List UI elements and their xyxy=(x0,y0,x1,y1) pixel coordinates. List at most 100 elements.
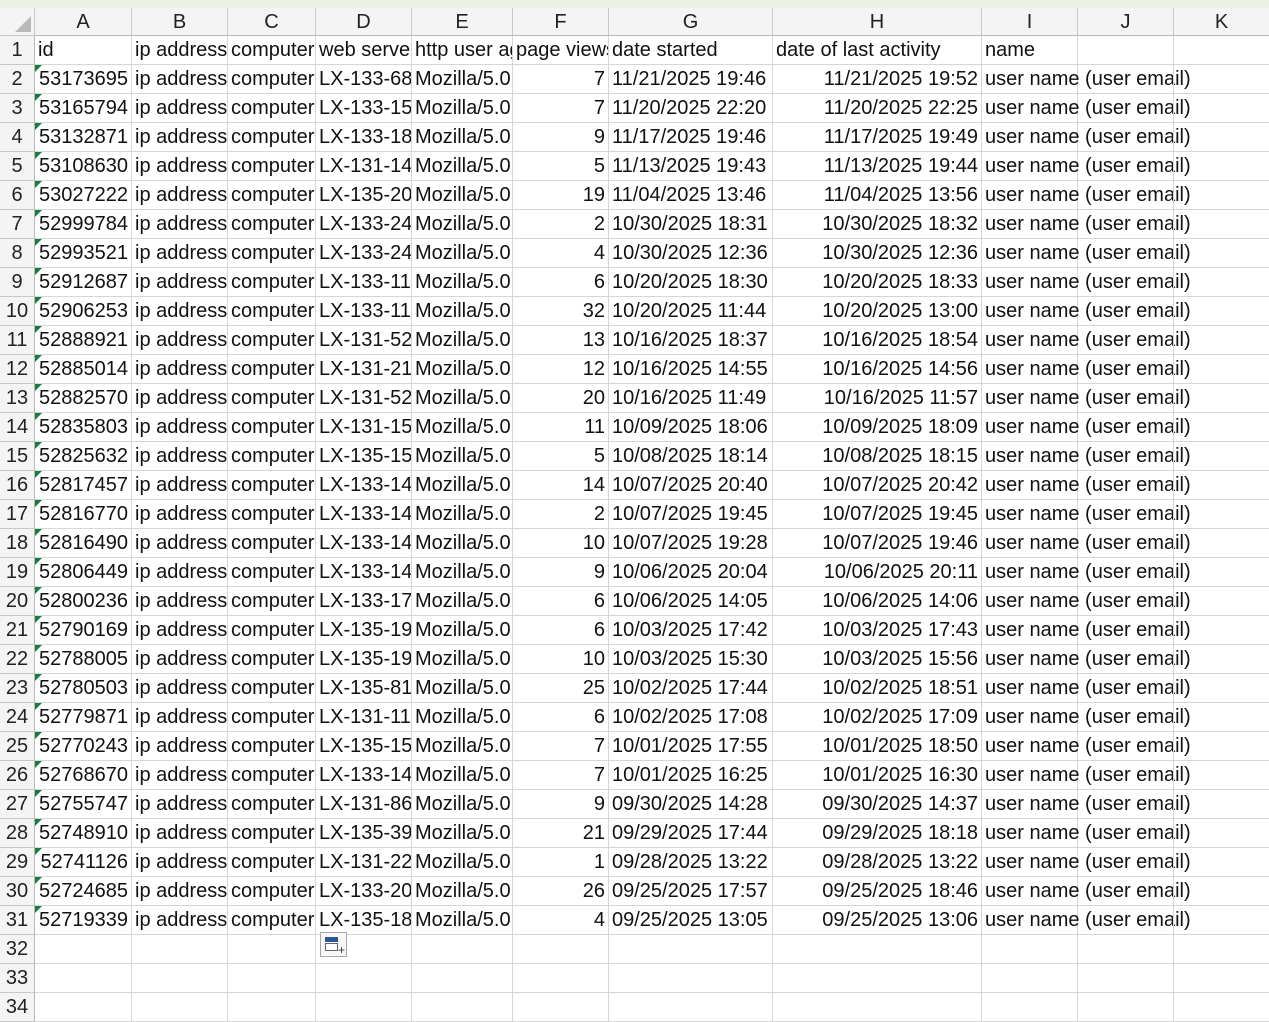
column-header-d[interactable]: D xyxy=(316,8,412,36)
cell-h34[interactable] xyxy=(773,993,982,1022)
cell-g6[interactable]: 11/04/2025 13:46 xyxy=(609,181,773,210)
cell-e2[interactable]: Mozilla/5.0 xyxy=(412,65,513,94)
cell-b26[interactable]: ip address xyxy=(132,761,228,790)
cell-k14[interactable] xyxy=(1174,413,1269,442)
cell-j12[interactable] xyxy=(1078,355,1174,384)
cell-c17[interactable]: computer xyxy=(228,500,316,529)
cell-g13[interactable]: 10/16/2025 11:49 xyxy=(609,384,773,413)
cell-a17[interactable]: 52816770 xyxy=(35,500,132,529)
cell-a1[interactable]: id xyxy=(35,36,132,65)
cell-b15[interactable]: ip address xyxy=(132,442,228,471)
cell-h9[interactable]: 10/20/2025 18:33 xyxy=(773,268,982,297)
row-header-6[interactable]: 6 xyxy=(0,181,35,210)
cell-e21[interactable]: Mozilla/5.0 xyxy=(412,616,513,645)
cell-f11[interactable]: 13 xyxy=(513,326,609,355)
cell-e7[interactable]: Mozilla/5.0 xyxy=(412,210,513,239)
cell-b12[interactable]: ip address xyxy=(132,355,228,384)
cell-b4[interactable]: ip address xyxy=(132,123,228,152)
cell-f9[interactable]: 6 xyxy=(513,268,609,297)
cell-d28[interactable]: LX-135-39 xyxy=(316,819,412,848)
cell-j22[interactable] xyxy=(1078,645,1174,674)
cell-c9[interactable]: computer xyxy=(228,268,316,297)
row-header-32[interactable]: 32 xyxy=(0,935,35,964)
cell-a24[interactable]: 52779871 xyxy=(35,703,132,732)
cell-b33[interactable] xyxy=(132,964,228,993)
cell-i23[interactable]: user name (user email) xyxy=(982,674,1191,703)
cell-e5[interactable]: Mozilla/5.0 xyxy=(412,152,513,181)
cell-k31[interactable] xyxy=(1174,906,1269,935)
cell-k26[interactable] xyxy=(1174,761,1269,790)
cell-e1[interactable]: http user agent xyxy=(412,36,513,65)
cell-h5[interactable]: 11/13/2025 19:44 xyxy=(773,152,982,181)
cell-f16[interactable]: 14 xyxy=(513,471,609,500)
column-header-k[interactable]: K xyxy=(1174,8,1269,36)
cell-i25[interactable]: user name (user email) xyxy=(982,732,1191,761)
cell-f32[interactable] xyxy=(513,935,609,964)
cell-e3[interactable]: Mozilla/5.0 xyxy=(412,94,513,123)
cell-c27[interactable]: computer xyxy=(228,790,316,819)
cell-a28[interactable]: 52748910 xyxy=(35,819,132,848)
cell-d6[interactable]: LX-135-208 xyxy=(316,181,412,210)
cell-d27[interactable]: LX-131-86 xyxy=(316,790,412,819)
cell-d2[interactable]: LX-133-68 xyxy=(316,65,412,94)
cell-a6[interactable]: 53027222 xyxy=(35,181,132,210)
cell-a31[interactable]: 52719339 xyxy=(35,906,132,935)
cell-k13[interactable] xyxy=(1174,384,1269,413)
cell-g33[interactable] xyxy=(609,964,773,993)
cell-k24[interactable] xyxy=(1174,703,1269,732)
row-header-15[interactable]: 15 xyxy=(0,442,35,471)
cell-g34[interactable] xyxy=(609,993,773,1022)
cell-j20[interactable] xyxy=(1078,587,1174,616)
cell-f26[interactable]: 7 xyxy=(513,761,609,790)
cell-k21[interactable] xyxy=(1174,616,1269,645)
cell-c33[interactable] xyxy=(228,964,316,993)
cell-e8[interactable]: Mozilla/5.0 xyxy=(412,239,513,268)
cell-i30[interactable]: user name (user email) xyxy=(982,877,1191,906)
cell-k15[interactable] xyxy=(1174,442,1269,471)
cell-d24[interactable]: LX-131-119 xyxy=(316,703,412,732)
cell-g2[interactable]: 11/21/2025 19:46 xyxy=(609,65,773,94)
cell-a29[interactable]: 52741126 xyxy=(35,848,132,877)
cell-d19[interactable]: LX-133-149 xyxy=(316,558,412,587)
row-header-17[interactable]: 17 xyxy=(0,500,35,529)
cell-b5[interactable]: ip address xyxy=(132,152,228,181)
cell-g27[interactable]: 09/30/2025 14:28 xyxy=(609,790,773,819)
cell-c32[interactable] xyxy=(228,935,316,964)
cell-f20[interactable]: 6 xyxy=(513,587,609,616)
cell-d33[interactable] xyxy=(316,964,412,993)
cell-c5[interactable]: computer xyxy=(228,152,316,181)
cell-h8[interactable]: 10/30/2025 12:36 xyxy=(773,239,982,268)
cell-c30[interactable]: computer xyxy=(228,877,316,906)
row-header-24[interactable]: 24 xyxy=(0,703,35,732)
cell-i18[interactable]: user name (user email) xyxy=(982,529,1191,558)
row-header-2[interactable]: 2 xyxy=(0,65,35,94)
cell-d14[interactable]: LX-131-153 xyxy=(316,413,412,442)
cell-b7[interactable]: ip address xyxy=(132,210,228,239)
cell-e25[interactable]: Mozilla/5.0 xyxy=(412,732,513,761)
cell-b21[interactable]: ip address xyxy=(132,616,228,645)
cell-k4[interactable] xyxy=(1174,123,1269,152)
cell-b31[interactable]: ip address xyxy=(132,906,228,935)
cell-e33[interactable] xyxy=(412,964,513,993)
cell-a12[interactable]: 52885014 xyxy=(35,355,132,384)
cell-e32[interactable] xyxy=(412,935,513,964)
cell-c16[interactable]: computer xyxy=(228,471,316,500)
cell-b30[interactable]: ip address xyxy=(132,877,228,906)
cell-i15[interactable]: user name (user email) xyxy=(982,442,1191,471)
cell-d25[interactable]: LX-135-157 xyxy=(316,732,412,761)
cell-c22[interactable]: computer xyxy=(228,645,316,674)
cell-d30[interactable]: LX-133-208 xyxy=(316,877,412,906)
row-header-19[interactable]: 19 xyxy=(0,558,35,587)
row-header-22[interactable]: 22 xyxy=(0,645,35,674)
cell-b10[interactable]: ip address xyxy=(132,297,228,326)
cell-h31[interactable]: 09/25/2025 13:06 xyxy=(773,906,982,935)
cell-j2[interactable] xyxy=(1078,65,1174,94)
column-header-e[interactable]: E xyxy=(412,8,513,36)
cell-i1[interactable]: name xyxy=(982,36,1078,65)
cell-k6[interactable] xyxy=(1174,181,1269,210)
cell-j25[interactable] xyxy=(1078,732,1174,761)
cell-f27[interactable]: 9 xyxy=(513,790,609,819)
cell-d22[interactable]: LX-135-197 xyxy=(316,645,412,674)
row-header-4[interactable]: 4 xyxy=(0,123,35,152)
cell-i11[interactable]: user name (user email) xyxy=(982,326,1191,355)
